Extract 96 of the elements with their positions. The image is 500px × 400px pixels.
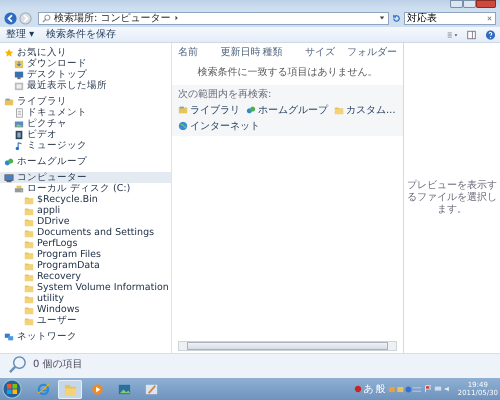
speaker-icon[interactable]: [444, 385, 452, 393]
column-header[interactable]: フォルダー: [347, 45, 397, 59]
minimize-button[interactable]: [450, 0, 463, 8]
film-icon: [14, 130, 24, 140]
sidebar-item[interactable]: 最近表示した場所: [0, 80, 171, 91]
sidebar-item[interactable]: コンピューター: [0, 172, 171, 183]
folder-icon: [24, 206, 34, 216]
sidebar-item[interactable]: utility: [0, 293, 171, 304]
sidebar-item[interactable]: System Volume Information: [0, 282, 171, 293]
flag-icon[interactable]: [424, 385, 432, 393]
sidebar-item[interactable]: DDrive: [0, 216, 171, 227]
folder-icon: [24, 216, 34, 226]
network-icon: [4, 332, 14, 342]
folder-icon: [24, 316, 34, 326]
sidebar-item[interactable]: ライブラリ: [0, 96, 171, 107]
start-button[interactable]: [2, 379, 22, 399]
search-location-link[interactable]: インターネット: [178, 119, 260, 133]
sidebar-item[interactable]: appli: [0, 205, 171, 216]
sidebar-item[interactable]: ミュージック: [0, 140, 171, 151]
sidebar-item[interactable]: お気に入り: [0, 47, 171, 58]
folder-icon: [24, 260, 34, 270]
folder-icon: [24, 282, 34, 292]
view-options-icon[interactable]: [447, 30, 458, 40]
sidebar-item[interactable]: $Recycle.Bin: [0, 194, 171, 205]
preview-pane-icon[interactable]: [466, 30, 477, 40]
download-folder-icon: [14, 58, 24, 68]
search-again-label: 次の範囲内を再検索:: [178, 88, 272, 101]
sidebar-item[interactable]: Windows: [0, 304, 171, 315]
globe-icon: [178, 121, 188, 131]
chevron-icon: [174, 15, 180, 21]
sidebar-item[interactable]: PerfLogs: [0, 238, 171, 249]
folder-icon: [334, 105, 344, 115]
recent-places-icon: [14, 80, 24, 90]
clear-icon[interactable]: [486, 14, 493, 22]
search-icon: [42, 14, 51, 22]
sidebar-item[interactable]: ダウンロード: [0, 58, 171, 69]
music-note-icon: [14, 140, 24, 150]
dropdown-arrow-icon[interactable]: [379, 15, 385, 21]
library-icon: [178, 105, 188, 115]
search-location-link[interactable]: カスタム...: [334, 103, 396, 117]
sidebar-item[interactable]: ドキュメント: [0, 107, 171, 118]
save-search-button[interactable]: 検索条件を保存: [44, 28, 118, 40]
computer-icon: [4, 172, 14, 182]
help-icon[interactable]: [485, 30, 496, 40]
desktop-icon: [14, 70, 24, 80]
star-icon: [4, 48, 14, 58]
search-location-link[interactable]: ライブラリ: [178, 103, 240, 117]
media-player-icon: [90, 382, 104, 396]
search-field[interactable]: 対応表: [404, 12, 496, 24]
ime-icon[interactable]: [354, 385, 362, 393]
taskbar-button[interactable]: [58, 380, 82, 398]
sidebar-item[interactable]: Documents and Settings: [0, 227, 171, 238]
picture-icon: [14, 118, 24, 128]
preview-message: プレビューを表示するファイルを選択します。: [407, 180, 497, 216]
folder-icon: [24, 228, 34, 238]
folder-icon: [24, 194, 34, 204]
sidebar-item[interactable]: ネットワーク: [0, 331, 171, 342]
sidebar-item[interactable]: Program Files: [0, 249, 171, 260]
homegroup-icon: [4, 156, 14, 166]
item-count: 0 個の項目: [33, 358, 83, 371]
breadcrumb[interactable]: 検索場所: コンピューター: [54, 12, 171, 24]
homegroup-icon: [246, 105, 256, 115]
search-location-link[interactable]: ホームグループ: [246, 103, 328, 117]
refresh-icon[interactable]: [391, 12, 402, 24]
column-header[interactable]: サイズ: [304, 45, 347, 59]
sidebar-item[interactable]: Recovery: [0, 271, 171, 282]
organize-menu-button[interactable]: 整理 ▾: [4, 28, 36, 40]
network-status-icon[interactable]: [434, 385, 442, 393]
horizontal-scrollbar[interactable]: [178, 341, 397, 351]
sidebar-item[interactable]: ビデオ: [0, 129, 171, 140]
sidebar-item[interactable]: デスクトップ: [0, 69, 171, 80]
maximize-button[interactable]: [463, 0, 476, 8]
folder-icon: [24, 272, 34, 282]
folder-icon: [24, 304, 34, 314]
folder-icon: [24, 294, 34, 304]
column-header[interactable]: 種類: [262, 45, 305, 59]
sidebar-item[interactable]: ローカル ディスク (C:): [0, 183, 171, 194]
library-icon: [4, 96, 14, 106]
column-header[interactable]: 名前: [178, 45, 220, 59]
close-button[interactable]: [476, 0, 496, 8]
tray-icons-drawing[interactable]: [388, 384, 422, 394]
sidebar-item[interactable]: ホームグループ: [0, 156, 171, 167]
address-field[interactable]: 検索場所: コンピューター: [38, 12, 389, 24]
scroll-thumb[interactable]: [187, 342, 388, 350]
sidebar-item[interactable]: ピクチャ: [0, 118, 171, 129]
folder-icon: [24, 250, 34, 260]
empty-message: 検索条件に一致する項目はありません。: [196, 66, 378, 80]
folder-icon: [24, 238, 34, 248]
column-header[interactable]: 更新日時: [220, 45, 262, 59]
document-icon: [14, 108, 24, 118]
sidebar-item[interactable]: ProgramData: [0, 260, 171, 271]
browser-icon: [36, 382, 50, 396]
sidebar-item[interactable]: ユーザー: [0, 315, 171, 326]
forward-button[interactable]: [19, 12, 32, 24]
back-button[interactable]: [4, 12, 17, 24]
disk-drive-icon: [14, 184, 24, 194]
